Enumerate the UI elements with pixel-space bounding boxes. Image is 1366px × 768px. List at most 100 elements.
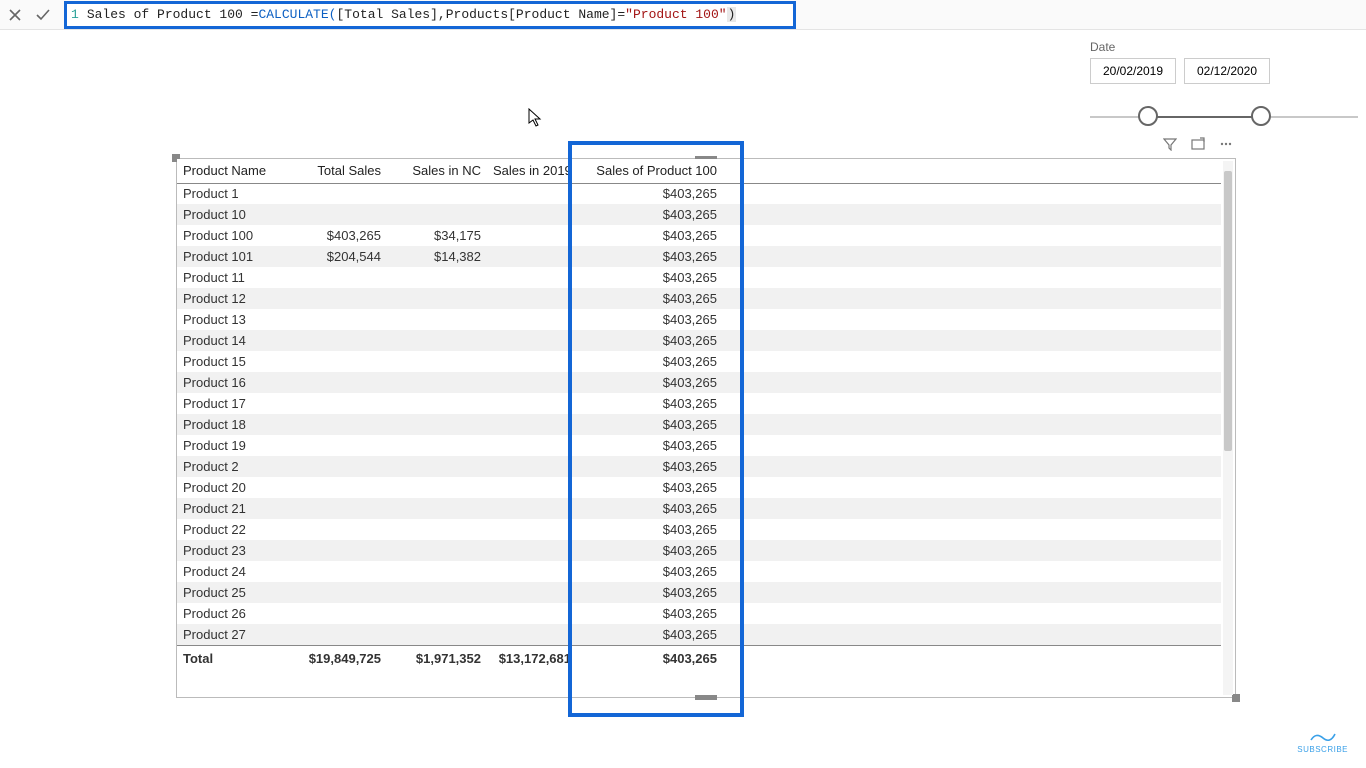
date-slider[interactable]: [1090, 98, 1358, 138]
cell-product-name: Product 16: [177, 372, 277, 393]
cell-sales-2019: [487, 435, 577, 456]
cell-sales-p100: $403,265: [577, 204, 723, 225]
cell-sales-p100: $403,265: [577, 561, 723, 582]
col-header-sales-nc[interactable]: Sales in NC: [387, 159, 487, 183]
cell-sales-nc: [387, 330, 487, 351]
table-row[interactable]: Product 2$403,265: [177, 456, 1221, 477]
cell-sales-p100: $403,265: [577, 456, 723, 477]
filter-icon[interactable]: [1162, 136, 1178, 152]
table-row[interactable]: Product 21$403,265: [177, 498, 1221, 519]
table-row[interactable]: Product 20$403,265: [177, 477, 1221, 498]
cell-product-name: Product 11: [177, 267, 277, 288]
table-row[interactable]: Product 18$403,265: [177, 414, 1221, 435]
cell-sales-p100: $403,265: [577, 225, 723, 246]
table-header-row: Product Name Total Sales Sales in NC Sal…: [177, 159, 1221, 183]
cell-total-sales: [277, 414, 387, 435]
table-row[interactable]: Product 1$403,265: [177, 183, 1221, 204]
table-row[interactable]: Product 12$403,265: [177, 288, 1221, 309]
cell-product-name: Product 17: [177, 393, 277, 414]
table-visual[interactable]: Product Name Total Sales Sales in NC Sal…: [176, 158, 1236, 698]
formula-string: "Product 100": [625, 7, 726, 22]
table-row[interactable]: Product 26$403,265: [177, 603, 1221, 624]
cell-sales-2019: [487, 351, 577, 372]
cell-total-sales: [277, 498, 387, 519]
vertical-scrollbar[interactable]: [1223, 161, 1233, 695]
cell-sales-2019: [487, 183, 577, 204]
cell-sales-nc: [387, 414, 487, 435]
table-row[interactable]: Product 100$403,265$34,175$403,265: [177, 225, 1221, 246]
cell-sales-2019: [487, 246, 577, 267]
table-row[interactable]: Product 25$403,265: [177, 582, 1221, 603]
cell-sales-2019: [487, 582, 577, 603]
table-row[interactable]: Product 15$403,265: [177, 351, 1221, 372]
table-row[interactable]: Product 22$403,265: [177, 519, 1221, 540]
cell-product-name: Product 15: [177, 351, 277, 372]
table-row[interactable]: Product 19$403,265: [177, 435, 1221, 456]
table-row[interactable]: Product 10$403,265: [177, 204, 1221, 225]
cell-sales-nc: [387, 267, 487, 288]
cell-sales-nc: [387, 498, 487, 519]
cell-total-sales: [277, 288, 387, 309]
formula-equals: =: [617, 7, 625, 22]
cell-sales-nc: [387, 603, 487, 624]
cell-sales-p100: $403,265: [577, 309, 723, 330]
date-slider-handle-end[interactable]: [1251, 106, 1271, 126]
cell-sales-2019: [487, 456, 577, 477]
scrollbar-thumb[interactable]: [1224, 171, 1232, 451]
table-row[interactable]: Product 24$403,265: [177, 561, 1221, 582]
cell-sales-nc: [387, 309, 487, 330]
cell-sales-2019: [487, 393, 577, 414]
cell-sales-nc: [387, 477, 487, 498]
cell-product-name: Product 100: [177, 225, 277, 246]
cell-total-sales: [277, 393, 387, 414]
date-end-input[interactable]: [1184, 58, 1270, 84]
subscribe-watermark: SUBSCRIBE: [1297, 730, 1348, 754]
more-options-icon[interactable]: [1218, 136, 1234, 152]
cell-sales-nc: [387, 540, 487, 561]
cell-sales-p100: $403,265: [577, 267, 723, 288]
cell-sales-p100: $403,265: [577, 393, 723, 414]
cell-total-sales: [277, 267, 387, 288]
table-row[interactable]: Product 11 $403,265: [177, 267, 1221, 288]
col-header-product-name[interactable]: Product Name: [177, 159, 277, 183]
formula-commit-button[interactable]: [34, 6, 52, 24]
focus-mode-icon[interactable]: [1190, 136, 1206, 152]
cell-sales-2019: [487, 414, 577, 435]
cell-sales-p100: $403,265: [577, 498, 723, 519]
col-header-sales-p100[interactable]: Sales of Product 100: [577, 159, 723, 183]
table-row[interactable]: Product 14$403,265: [177, 330, 1221, 351]
cell-sales-2019: [487, 561, 577, 582]
cell-product-name: Product 23: [177, 540, 277, 561]
col-header-sales-2019[interactable]: Sales in 2019: [487, 159, 577, 183]
col-header-total-sales[interactable]: Total Sales: [277, 159, 387, 183]
cell-product-name: Product 26: [177, 603, 277, 624]
visual-header: [1162, 136, 1234, 152]
cell-total-sales: [277, 477, 387, 498]
table-row[interactable]: Product 17 $403,265: [177, 393, 1221, 414]
date-slider-handle-start[interactable]: [1138, 106, 1158, 126]
total-sales-p100: $403,265: [577, 645, 723, 671]
cell-total-sales: [277, 624, 387, 645]
date-slicer: Date: [1090, 40, 1358, 138]
cell-product-name: Product 14: [177, 330, 277, 351]
cell-sales-2019: [487, 225, 577, 246]
cell-product-name: Product 20: [177, 477, 277, 498]
cell-sales-nc: [387, 456, 487, 477]
formula-cancel-button[interactable]: [6, 6, 24, 24]
table-row[interactable]: Product 27$403,265: [177, 624, 1221, 645]
table-row[interactable]: Product 13$403,265: [177, 309, 1221, 330]
table-row[interactable]: Product 16$403,265: [177, 372, 1221, 393]
cell-sales-2019: [487, 204, 577, 225]
total-label: Total: [177, 645, 277, 671]
table-row[interactable]: Product 23$403,265: [177, 540, 1221, 561]
resize-handle[interactable]: [1232, 694, 1240, 702]
cell-sales-p100: $403,265: [577, 582, 723, 603]
table-row[interactable]: Product 101$204,544$14,382$403,265: [177, 246, 1221, 267]
formula-editor[interactable]: 1 Sales of Product 100 = CALCULATE ( [To…: [64, 1, 796, 29]
cell-sales-2019: [487, 309, 577, 330]
cell-sales-p100: $403,265: [577, 435, 723, 456]
date-start-input[interactable]: [1090, 58, 1176, 84]
cell-total-sales: [277, 204, 387, 225]
cell-sales-nc: [387, 519, 487, 540]
cell-sales-p100: $403,265: [577, 624, 723, 645]
